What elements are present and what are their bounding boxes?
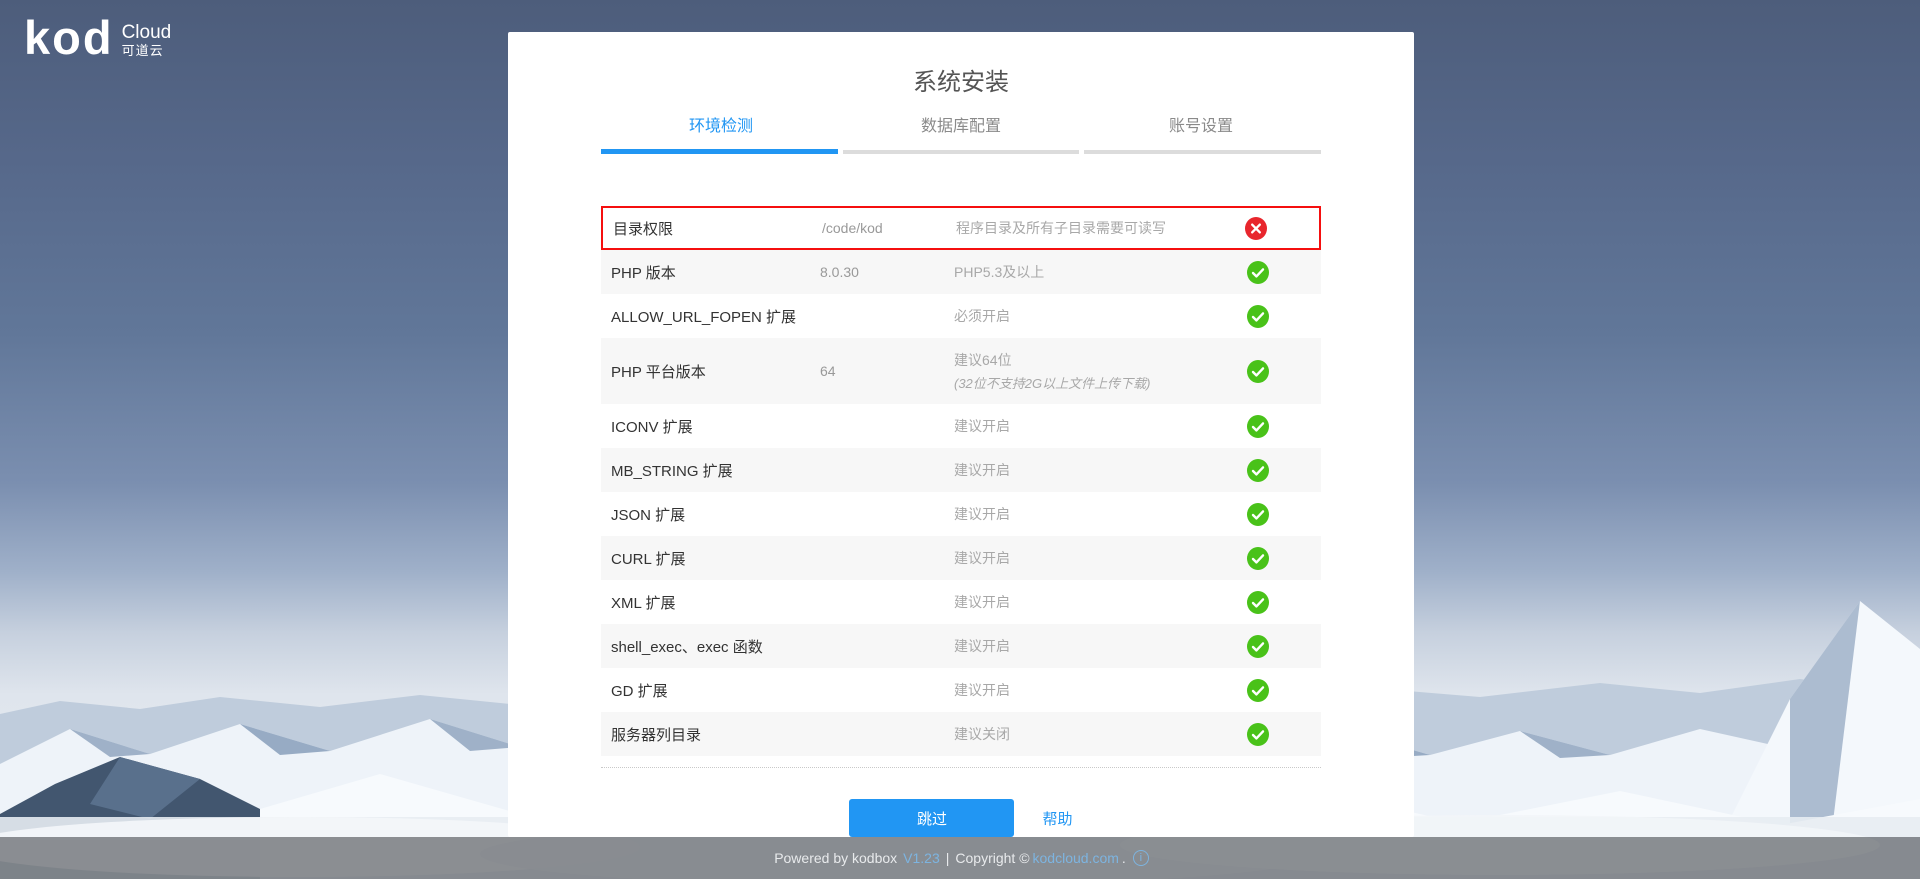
logo-product-text: Cloud: [122, 23, 172, 44]
kodcloud-link[interactable]: kodcloud.com: [1033, 850, 1119, 866]
check-row: MB_STRING 扩展 建议开启: [601, 448, 1321, 492]
check-name: MB_STRING 扩展: [601, 460, 820, 481]
check-name: XML 扩展: [601, 592, 820, 613]
version-text: V1.23: [903, 850, 940, 866]
status-pass-icon: [1247, 679, 1269, 702]
check-row: 服务器列目录 建议关闭: [601, 712, 1321, 756]
powered-by-text: Powered by kodbox: [774, 850, 897, 866]
info-icon[interactable]: i: [1133, 850, 1149, 866]
status-pass-icon: [1247, 547, 1269, 570]
check-value: /code/kod: [822, 220, 956, 236]
check-value: 8.0.30: [820, 264, 954, 280]
check-name: ALLOW_URL_FOPEN 扩展: [601, 306, 820, 327]
check-row: 目录权限 /code/kod 程序目录及所有子目录需要可读写: [601, 206, 1321, 250]
logo-product-cn-text: 可道云: [122, 44, 172, 58]
check-name: JSON 扩展: [601, 504, 820, 525]
check-name: 服务器列目录: [601, 724, 820, 745]
status-pass-icon: [1247, 459, 1269, 482]
status-pass-icon: [1247, 415, 1269, 438]
status-pass-icon: [1247, 591, 1269, 614]
divider: [601, 767, 1321, 768]
help-link[interactable]: 帮助: [1042, 808, 1072, 829]
step-bar-3: [1084, 150, 1321, 154]
tab-step-1[interactable]: 环境检测: [601, 112, 841, 136]
status-pass-icon: [1247, 261, 1269, 284]
check-name: PHP 平台版本: [601, 361, 820, 382]
footer-bar: Powered by kodbox V1.23 | Copyright © ko…: [0, 837, 1920, 879]
environment-check-table: 目录权限 /code/kod 程序目录及所有子目录需要可读写 PHP 版本 8.…: [601, 206, 1321, 756]
check-row: JSON 扩展 建议开启: [601, 492, 1321, 536]
check-requirement: 建议开启: [954, 548, 1195, 568]
step-tabs: 环境检测数据库配置账号设置: [601, 112, 1321, 136]
check-name: GD 扩展: [601, 680, 820, 701]
check-row: XML 扩展 建议开启: [601, 580, 1321, 624]
kodcloud-logo: kod Cloud 可道云: [24, 14, 171, 61]
check-row: CURL 扩展 建议开启: [601, 536, 1321, 580]
check-row: ALLOW_URL_FOPEN 扩展 必须开启: [601, 294, 1321, 338]
check-requirement: 建议开启: [954, 460, 1195, 480]
check-name: CURL 扩展: [601, 548, 820, 569]
dialog-title: 系统安装: [601, 32, 1321, 96]
check-requirement: 建议开启: [954, 416, 1195, 436]
check-requirement: 建议开启: [954, 504, 1195, 524]
tab-step-3[interactable]: 账号设置: [1081, 112, 1321, 136]
footer-separator: |: [946, 850, 950, 866]
status-pass-icon: [1247, 723, 1269, 746]
tab-step-2[interactable]: 数据库配置: [841, 112, 1081, 136]
check-requirement: 建议开启: [954, 680, 1195, 700]
footer-period: .: [1122, 850, 1126, 866]
check-requirement: 建议开启: [954, 636, 1195, 656]
status-fail-icon: [1245, 217, 1267, 240]
check-name: shell_exec、exec 函数: [601, 636, 820, 657]
check-row: PHP 平台版本 64 建议64位 (32位不支持2G以上文件上传下载): [601, 338, 1321, 404]
check-row: GD 扩展 建议开启: [601, 668, 1321, 712]
skip-button[interactable]: 跳过: [849, 799, 1014, 837]
check-name: 目录权限: [603, 218, 822, 239]
status-pass-icon: [1247, 635, 1269, 658]
check-note: (32位不支持2G以上文件上传下载): [954, 373, 1195, 392]
step-bar-1: [601, 149, 838, 154]
check-requirement: 建议开启: [954, 592, 1195, 612]
status-pass-icon: [1247, 360, 1269, 383]
check-name: PHP 版本: [601, 262, 820, 283]
check-requirement: 建议关闭: [954, 724, 1195, 744]
step-progress-bars: [601, 149, 1321, 154]
check-requirement: 建议64位 (32位不支持2G以上文件上传下载): [954, 350, 1195, 392]
check-name: ICONV 扩展: [601, 416, 820, 437]
check-row: ICONV 扩展 建议开启: [601, 404, 1321, 448]
logo-brand-text: kod: [24, 14, 114, 61]
check-requirement: 程序目录及所有子目录需要可读写: [956, 218, 1193, 238]
check-row: PHP 版本 8.0.30 PHP5.3及以上: [601, 250, 1321, 294]
install-dialog: 系统安装 环境检测数据库配置账号设置 目录权限 /code/kod 程序目录及所…: [508, 32, 1414, 837]
check-requirement: 必须开启: [954, 306, 1195, 326]
copyright-text: Copyright ©: [955, 850, 1029, 866]
check-row: shell_exec、exec 函数 建议开启: [601, 624, 1321, 668]
step-bar-2: [843, 150, 1080, 154]
check-value: 64: [820, 363, 954, 379]
check-requirement: PHP5.3及以上: [954, 262, 1195, 282]
status-pass-icon: [1247, 305, 1269, 328]
status-pass-icon: [1247, 503, 1269, 526]
